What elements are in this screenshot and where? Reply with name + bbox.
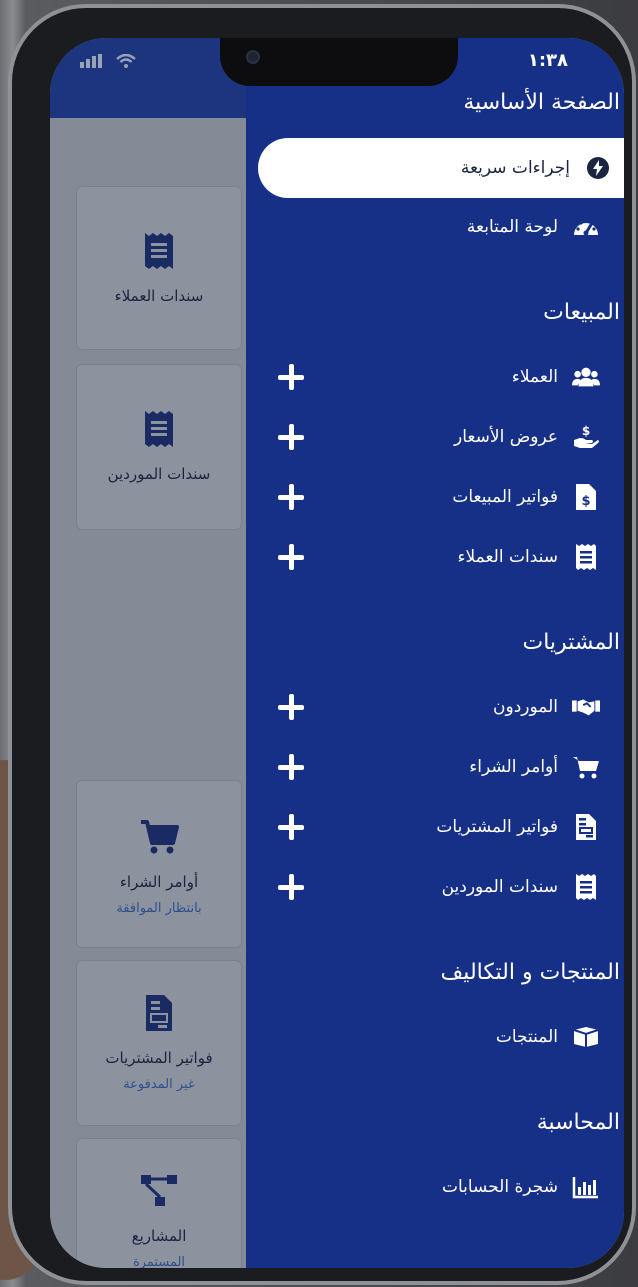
drawer-item-dashboard[interactable]: لوحة المتابعة	[246, 198, 624, 256]
chart-bars-icon	[572, 1173, 600, 1201]
drawer-item-label: فواتير المبيعات	[452, 487, 558, 507]
invoice-icon	[139, 991, 179, 1035]
phone-frame: سندات العملاء سندات الموردين أوامر الشرا…	[8, 4, 636, 1285]
drawer-item-sales-invoices[interactable]: $ فواتير المبيعات	[246, 468, 624, 526]
tile-label: سندات الموردين	[107, 465, 211, 483]
drawer-item-label: المنتجات	[495, 1027, 558, 1047]
receipt-icon	[139, 229, 179, 273]
drawer-item-label: لوحة المتابعة	[466, 217, 558, 237]
tile-purchase-orders[interactable]: أوامر الشراء بانتظار الموافقة	[76, 780, 242, 948]
tile-label: سندات العملاء	[114, 287, 204, 305]
receipt-icon	[572, 543, 600, 571]
handshake-icon	[572, 693, 600, 721]
svg-text:$: $	[582, 424, 590, 438]
box-icon	[572, 1023, 600, 1051]
receipt-icon	[139, 407, 179, 451]
expand-plus-icon[interactable]	[276, 812, 306, 842]
drawer-item-label: سندات العملاء	[457, 547, 559, 567]
drawer-item-chart-of-accounts[interactable]: شجرة الحسابات	[246, 1158, 624, 1216]
expand-plus-icon[interactable]	[276, 362, 306, 392]
expand-plus-icon[interactable]	[276, 692, 306, 722]
status-icons	[80, 54, 136, 68]
expand-plus-icon[interactable]	[276, 482, 306, 512]
section-products-title: المنتجات و التكاليف	[440, 960, 620, 985]
tile-customer-receipts[interactable]: سندات العملاء	[76, 186, 242, 350]
section-accounting-title: المحاسبة	[536, 1110, 620, 1135]
drawer-item-label: العملاء	[511, 367, 558, 387]
drawer-item-quick-actions[interactable]: إجراءات سريعة	[258, 138, 624, 198]
expand-plus-icon[interactable]	[276, 752, 306, 782]
drawer-item-label: شجرة الحسابات	[441, 1177, 558, 1197]
sitemap-icon	[139, 1169, 179, 1213]
tile-label: فواتير المشتريات	[105, 1049, 213, 1067]
drawer-item-label: الموردون	[493, 697, 558, 717]
tile-sub: المستمرة	[132, 1255, 186, 1268]
drawer-item-supplier-receipts[interactable]: سندات الموردين	[246, 858, 624, 916]
speedometer-icon	[572, 213, 600, 241]
invoice-dollar-icon: $	[572, 483, 600, 511]
app-bar	[50, 38, 246, 118]
cart-icon	[139, 815, 179, 859]
drawer-item-label: سندات الموردين	[441, 877, 558, 897]
svg-text:$: $	[581, 494, 590, 509]
signal-icon	[80, 54, 102, 68]
drawer-item-label: عروض الأسعار	[454, 427, 558, 447]
tile-label: المشاريع	[131, 1227, 187, 1245]
section-home-title: الصفحة الأساسية	[463, 90, 620, 115]
bolt-icon	[584, 154, 612, 182]
drawer-item-label: فواتير المشتريات	[436, 817, 558, 837]
tile-projects[interactable]: المشاريع المستمرة	[76, 1138, 242, 1268]
dashboard-panel: سندات العملاء سندات الموردين أوامر الشرا…	[50, 118, 246, 1268]
status-time: ١:٣٨	[527, 50, 568, 71]
drawer-item-quotes[interactable]: $ عروض الأسعار	[246, 408, 624, 466]
drawer-item-purchase-invoices[interactable]: فواتير المشتريات	[246, 798, 624, 856]
users-icon	[572, 363, 600, 391]
expand-plus-icon[interactable]	[276, 872, 306, 902]
drawer-item-label: أوامر الشراء	[469, 757, 558, 777]
tile-sub: بانتظار الموافقة	[116, 901, 202, 916]
drawer-item-purchase-orders[interactable]: أوامر الشراء	[246, 738, 624, 796]
section-sales-title: المبيعات	[543, 300, 620, 325]
tile-sub: غير المدفوعة	[123, 1077, 195, 1092]
drawer-item-suppliers[interactable]: الموردون	[246, 678, 624, 736]
drawer-item-products[interactable]: المنتجات	[246, 1008, 624, 1066]
tile-supplier-receipts[interactable]: سندات الموردين	[76, 364, 242, 530]
cart-icon	[572, 753, 600, 781]
section-purchases-title: المشتريات	[522, 630, 620, 655]
tile-purchase-invoices[interactable]: فواتير المشتريات غير المدفوعة	[76, 960, 242, 1126]
tile-label: أوامر الشراء	[119, 873, 199, 891]
phone-screen: سندات العملاء سندات الموردين أوامر الشرا…	[50, 38, 624, 1268]
drawer-item-customers[interactable]: العملاء	[246, 348, 624, 406]
navigation-drawer: ١:٣٨ الصفحة الأساسية إجراءات سريعة لوحة …	[246, 38, 624, 1268]
expand-plus-icon[interactable]	[276, 542, 306, 572]
invoice-icon	[572, 813, 600, 841]
expand-plus-icon[interactable]	[276, 422, 306, 452]
hand-dollar-icon: $	[572, 423, 600, 451]
wifi-icon	[116, 54, 136, 68]
camera	[246, 50, 260, 64]
drawer-item-label: إجراءات سريعة	[460, 158, 570, 178]
receipt-icon	[572, 873, 600, 901]
drawer-item-customer-receipts[interactable]: سندات العملاء	[246, 528, 624, 586]
